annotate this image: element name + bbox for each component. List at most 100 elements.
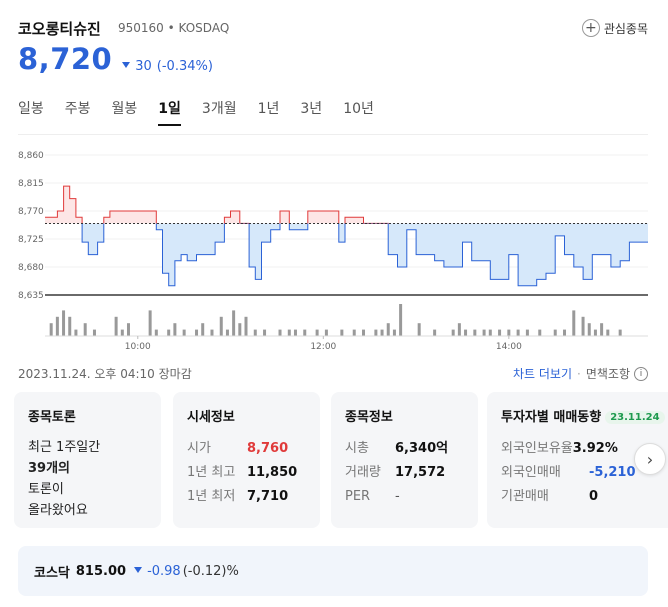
- period-tab-2[interactable]: 월봉: [112, 98, 138, 126]
- volume-bar: [587, 323, 591, 336]
- x-tick-label: 10:00: [125, 342, 151, 352]
- volume-bar: [581, 316, 585, 336]
- volume-bar: [498, 329, 502, 336]
- price-line-down: [81, 223, 648, 287]
- volume-bar: [488, 329, 492, 336]
- volume-bar: [507, 329, 511, 336]
- volume-bar: [315, 329, 319, 336]
- investor-card-title: 투자자별 매매동향: [501, 410, 602, 425]
- period-tab-7[interactable]: 10년: [343, 98, 374, 126]
- intraday-price-chart[interactable]: 8,860 8,815 8,770 8,725 8,680 8,635 10:00 12:00…: [0, 140, 668, 358]
- date-badge: 23.11.24: [605, 411, 665, 424]
- more-chart-link[interactable]: 차트 더보기: [513, 365, 572, 382]
- volume-bar: [120, 329, 124, 336]
- index-change-percent: (-0.12)%: [182, 563, 239, 579]
- change-percent: (-0.34%): [156, 58, 213, 74]
- market-cap-value: 6,340억: [395, 441, 449, 456]
- info-icon[interactable]: i: [634, 366, 648, 381]
- volume-bar: [154, 329, 158, 336]
- volume-bar: [210, 329, 214, 336]
- period-tab-0[interactable]: 일봉: [18, 98, 44, 126]
- watchlist-label: 관심종목: [603, 21, 648, 36]
- discussion-card[interactable]: 종목토론 최근 1주일간 39개의 토론이 올라왔어요: [14, 392, 161, 528]
- market-cap-label: 시총: [345, 441, 369, 456]
- chart-meta-row: 2023.11.24. 오후 04:10 장마감 차트 더보기 · 면책조항 i: [18, 365, 650, 383]
- next-cards-button[interactable]: ›: [634, 443, 666, 475]
- volume-bar: [380, 329, 384, 336]
- volume-bar: [244, 316, 248, 336]
- plus-circle-icon: +: [581, 19, 600, 37]
- quote-card[interactable]: 시세정보 시가 8,760 1년 최고 11,850 1년 최저 7,710: [173, 392, 320, 528]
- volume-bar: [253, 329, 257, 336]
- period-tab-6[interactable]: 3년: [300, 98, 322, 126]
- market-cap-row: 시총 6,340억: [345, 437, 464, 461]
- volume-bar: [600, 323, 604, 336]
- volume-row: 거래량 17,572: [345, 461, 464, 485]
- period-tab-1[interactable]: 주봉: [65, 98, 91, 126]
- investor-card-title-row: 투자자별 매매동향 23.11.24: [501, 406, 665, 425]
- inst-trade-value: 0: [589, 489, 599, 504]
- y-tick-label: 8,770: [18, 207, 44, 217]
- period-tab-4[interactable]: 3개월: [202, 98, 237, 126]
- per-label: PER: [345, 489, 371, 504]
- current-price: 8,720: [18, 42, 113, 76]
- foreign-trade-value: -5,210: [589, 465, 636, 480]
- volume-bar: [225, 329, 229, 336]
- volume-bar: [482, 329, 486, 336]
- volume-bar: [68, 316, 72, 336]
- volume-bar: [352, 329, 356, 336]
- quote-card-title: 시세정보: [187, 410, 235, 425]
- y-tick-label: 8,860: [18, 151, 44, 161]
- volume-bar: [433, 329, 437, 336]
- y-tick-label: 8,725: [18, 235, 44, 245]
- x-tick-label: 14:00: [496, 342, 522, 352]
- volume-bar: [148, 310, 152, 336]
- volume-bar: [55, 316, 59, 336]
- index-summary-bar[interactable]: 코스닥 815.00 -0.98 (-0.12)%: [18, 546, 648, 596]
- volume-bar: [451, 329, 455, 336]
- volume-bar: [62, 310, 66, 336]
- volume-bar: [457, 323, 461, 336]
- meta-links: 차트 더보기 · 면책조항 i: [513, 365, 648, 382]
- volume-bar: [362, 329, 366, 336]
- volume-bar: [83, 323, 87, 336]
- volume-bar: [201, 323, 205, 336]
- volume-bar: [114, 316, 118, 336]
- stock-header: 코오롱티슈진 950160 • KOSDAQ + 관심종목: [18, 14, 658, 44]
- year-high-row: 1년 최고 11,850: [187, 461, 306, 485]
- dot-separator: ·: [577, 366, 581, 381]
- down-arrow-icon: [134, 567, 143, 573]
- volume-bar: [303, 329, 307, 336]
- volume-bar: [538, 329, 542, 336]
- volume-bar: [182, 329, 186, 336]
- chevron-right-icon: ›: [646, 449, 654, 469]
- inst-trade-row: 기관매매 0: [501, 485, 663, 509]
- open-value: 8,760: [247, 441, 289, 456]
- discussion-line4: 올라왔어요: [28, 503, 88, 518]
- year-low-value: 7,710: [247, 489, 289, 504]
- stock-code-market: 950160 • KOSDAQ: [118, 21, 230, 35]
- stock-info-card[interactable]: 종목정보 시총 6,340억 거래량 17,572 PER -: [331, 392, 478, 528]
- volume-bar: [525, 329, 529, 336]
- disclaimer-link[interactable]: 면책조항: [586, 365, 630, 382]
- add-watchlist-button[interactable]: + 관심종목: [581, 16, 648, 40]
- period-tab-5[interactable]: 1년: [258, 98, 280, 126]
- volume-bar: [464, 329, 468, 336]
- volume-value: 17,572: [395, 465, 446, 480]
- volume-bar: [473, 329, 477, 336]
- volume-bar: [173, 323, 177, 336]
- volume-bar: [92, 329, 96, 336]
- index-name: 코스닥: [34, 565, 70, 581]
- volume-bar: [563, 329, 567, 336]
- volume-bar: [232, 310, 236, 336]
- volume-bar: [399, 304, 403, 336]
- volume-bar: [340, 329, 344, 336]
- market-timestamp: 2023.11.24. 오후 04:10 장마감: [18, 367, 192, 381]
- volume-bar: [293, 329, 297, 336]
- x-tick-label: 12:00: [310, 342, 336, 352]
- discussion-line3: 토론이: [28, 482, 64, 497]
- price-change: 30 (-0.34%): [122, 59, 213, 74]
- period-tab-3[interactable]: 1일: [158, 98, 181, 126]
- index-change-amount: -0.98: [147, 563, 181, 579]
- y-tick-label: 8,680: [18, 263, 44, 273]
